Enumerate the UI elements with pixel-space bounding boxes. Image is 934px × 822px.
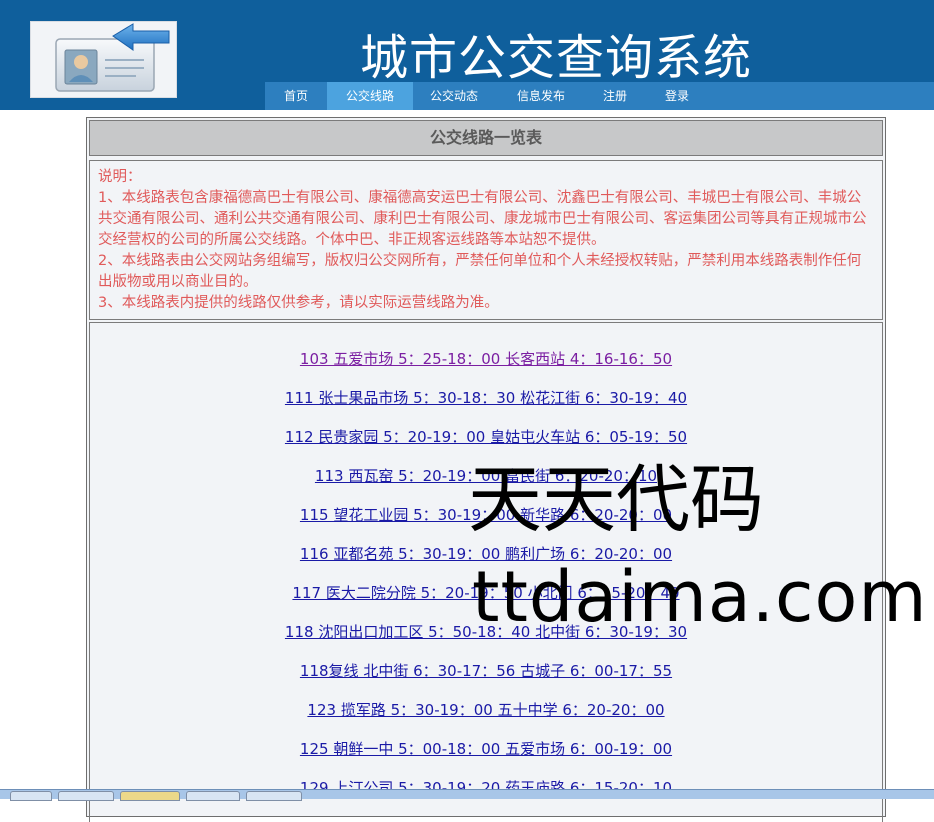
- panel-title: 公交线路一览表: [89, 120, 883, 156]
- route-list: 103 五爱市场 5：25-18：00 长客西站 4：16-16：50 111 …: [89, 322, 883, 822]
- route-link[interactable]: 117 医大二院分院 5：20-19：50 小北门 6：15-20：40: [90, 582, 882, 603]
- logo[interactable]: [30, 21, 177, 98]
- notes-heading: 说明：: [98, 169, 142, 185]
- route-link[interactable]: 116 亚都名苑 5：30-19：00 鹏利广场 6：20-20：00: [90, 543, 882, 564]
- nav-bus-routes[interactable]: 公交线路: [327, 82, 413, 110]
- route-link[interactable]: 118复线 北中街 6：30-17：56 古城子 6：00-17：55: [90, 660, 882, 681]
- route-link[interactable]: 111 张士果品市场 5：30-18：30 松花江街 6：30-19：40: [90, 387, 882, 408]
- main-nav: 首页 公交线路 公交动态 信息发布 注册 登录: [265, 82, 934, 110]
- app-icon[interactable]: [186, 791, 240, 801]
- notes-box: 说明： 1、本线路表包含康福德高巴士有限公司、康福德高安运巴士有限公司、沈鑫巴士…: [89, 160, 883, 320]
- ie-icon[interactable]: [58, 791, 114, 801]
- nav-register[interactable]: 注册: [587, 82, 643, 110]
- route-link[interactable]: 103 五爱市场 5：25-18：00 长客西站 4：16-16：50: [90, 348, 882, 369]
- window-icon[interactable]: [10, 791, 52, 801]
- browser-icon[interactable]: [120, 791, 180, 801]
- route-link[interactable]: 115 望花工业园 5：30-19：00 新华路 6：20-20：00: [90, 504, 882, 525]
- site-title: 城市公交查询系统: [360, 30, 753, 86]
- route-link[interactable]: 112 民贵家园 5：20-19：00 皇姑屯火车站 6：05-19：50: [90, 426, 882, 447]
- search-icon[interactable]: [246, 791, 302, 801]
- route-link[interactable]: 125 朝鲜一中 5：00-18：00 五爱市场 6：00-19：00: [90, 738, 882, 759]
- site-header: 城市公交查询系统 首页 公交线路 公交动态 信息发布 注册 登录: [0, 0, 934, 110]
- taskbar: [0, 789, 934, 801]
- route-link[interactable]: 118 沈阳出口加工区 5：50-18：40 北中街 6：30-19：30: [90, 621, 882, 642]
- note-item: 2、本线路表由公交网站务组编写，版权归公交网所有，严禁任何单位和个人未经授权转贴…: [98, 253, 862, 290]
- route-list-panel: 公交线路一览表 说明： 1、本线路表包含康福德高巴士有限公司、康福德高安运巴士有…: [86, 117, 886, 822]
- note-item: 1、本线路表包含康福德高巴士有限公司、康福德高安运巴士有限公司、沈鑫巴士有限公司…: [98, 190, 867, 248]
- nav-home[interactable]: 首页: [265, 82, 327, 110]
- note-item: 3、本线路表内提供的线路仅供参考，请以实际运营线路为准。: [98, 295, 499, 311]
- nav-info-publish[interactable]: 信息发布: [495, 82, 587, 110]
- route-link[interactable]: 123 揽军路 5：30-19：00 五十中学 6：20-20：00: [90, 699, 882, 720]
- mail-contact-icon: [55, 23, 170, 92]
- nav-bus-news[interactable]: 公交动态: [413, 82, 495, 110]
- route-link[interactable]: 113 西瓦窑 5：20-19：00 富民街 6：20-20：10: [90, 465, 882, 486]
- nav-login[interactable]: 登录: [643, 82, 711, 110]
